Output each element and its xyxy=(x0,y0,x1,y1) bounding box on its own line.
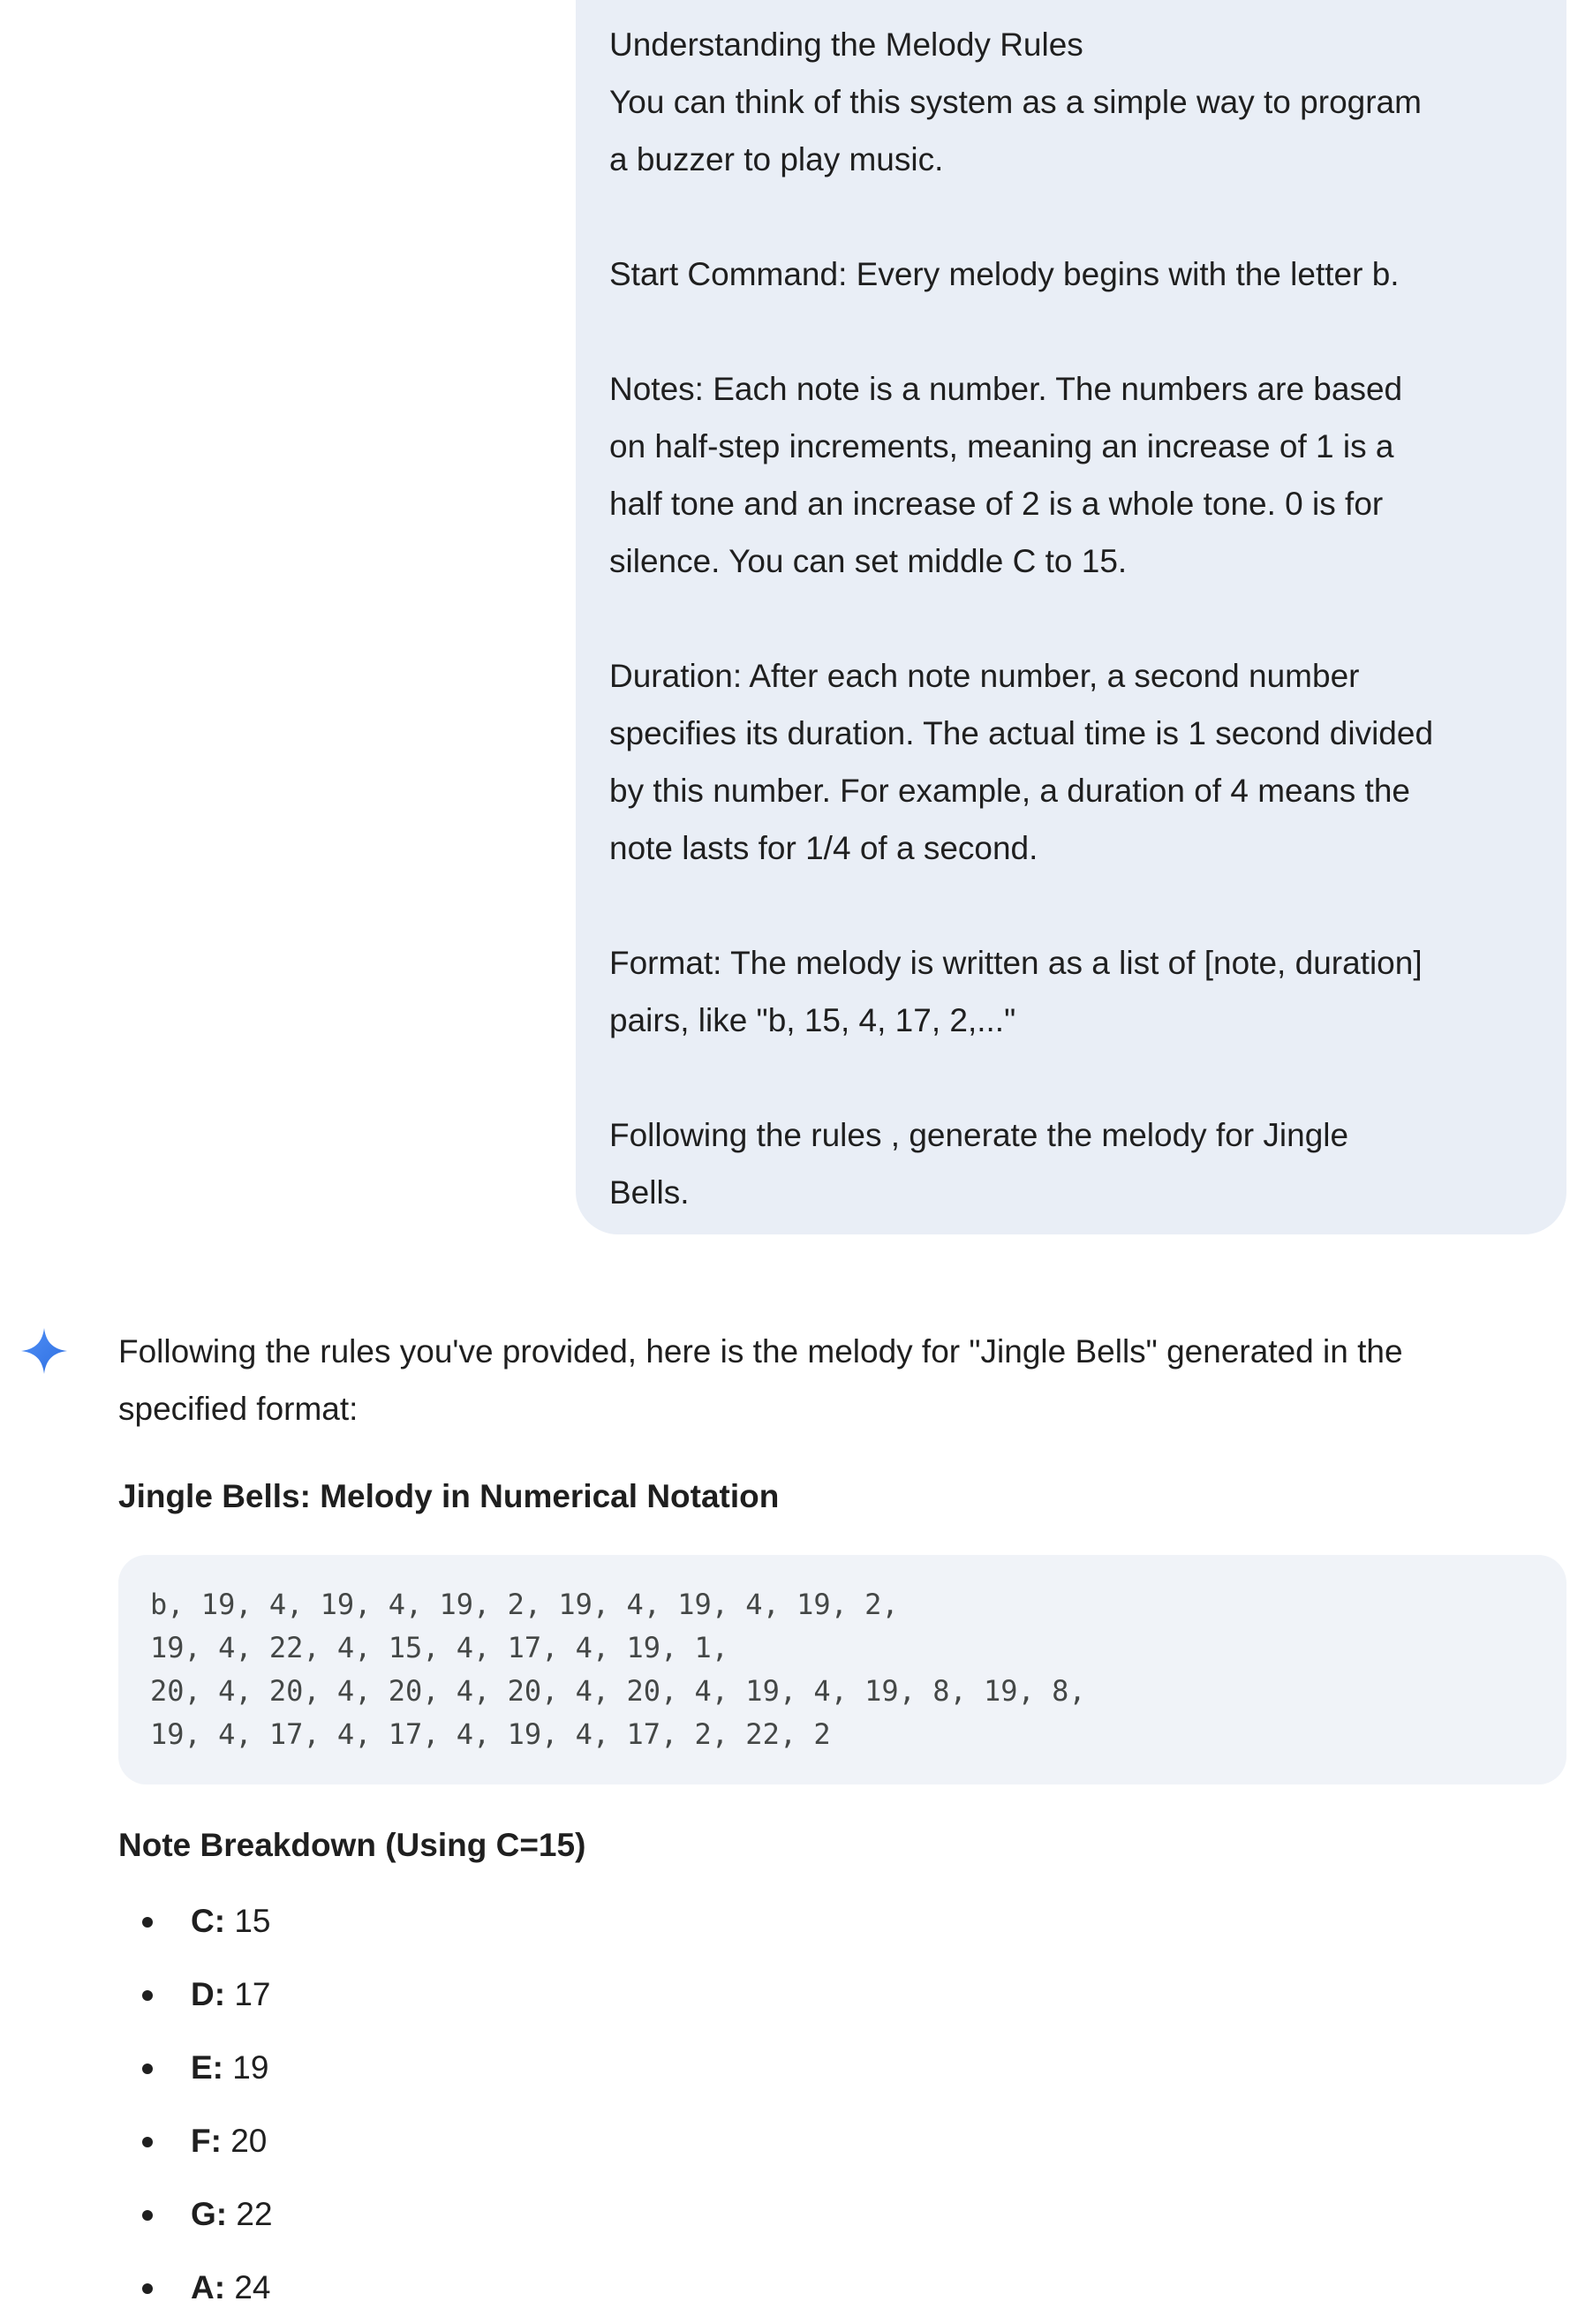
bullet-icon xyxy=(142,2283,153,2294)
sparkle-icon xyxy=(21,1328,67,1374)
user-paragraph-format: Format: The melody is written as a list … xyxy=(609,934,1533,1049)
bullet-icon xyxy=(142,2137,153,2147)
user-message-line: pairs, like "b, 15, 4, 17, 2,..." xyxy=(609,1002,1016,1038)
note-label: G: xyxy=(191,2196,228,2232)
note-label: E: xyxy=(191,2049,223,2086)
list-item: F: 20 xyxy=(118,2104,1566,2177)
note-breakdown-list: C: 15 D: 17 E: 19 F: 20 G: 22 A: 24 xyxy=(118,1884,1566,2324)
response-intro-line: Following the rules you've provided, her… xyxy=(118,1333,1403,1370)
assistant-response: Following the rules you've provided, her… xyxy=(118,1323,1566,2324)
user-message-line: Bells. xyxy=(609,1174,690,1211)
user-paragraph-notes: Notes: Each note is a number. The number… xyxy=(609,360,1533,590)
bullet-icon xyxy=(142,2064,153,2074)
bullet-icon xyxy=(142,1990,153,2001)
code-line: 19, 4, 22, 4, 15, 4, 17, 4, 19, 1, xyxy=(150,1631,729,1664)
user-message-line: specifies its duration. The actual time … xyxy=(609,715,1434,751)
note-label: A: xyxy=(191,2269,226,2305)
user-message-line: half tone and an increase of 2 is a whol… xyxy=(609,486,1384,522)
note-value: 20 xyxy=(221,2123,268,2159)
note-value: 19 xyxy=(223,2049,269,2086)
user-message-line: Understanding the Melody Rules xyxy=(609,26,1083,63)
user-message-line: on half-step increments, meaning an incr… xyxy=(609,428,1394,464)
user-message-line: by this number. For example, a duration … xyxy=(609,773,1410,809)
note-value: 22 xyxy=(227,2196,273,2232)
note-value: 15 xyxy=(225,1903,271,1939)
list-item: C: 15 xyxy=(118,1884,1566,1958)
list-item: A: 24 xyxy=(118,2251,1566,2324)
bullet-icon xyxy=(142,1917,153,1928)
response-intro-line: specified format: xyxy=(118,1391,359,1427)
user-message-line: a buzzer to play music. xyxy=(609,141,944,177)
user-message-line: Duration: After each note number, a seco… xyxy=(609,658,1360,694)
user-paragraph-request: Following the rules , generate the melod… xyxy=(609,1106,1533,1221)
user-message-line: You can think of this system as a simple… xyxy=(609,84,1422,120)
response-heading: Jingle Bells: Melody in Numerical Notati… xyxy=(118,1478,780,1514)
code-line: b, 19, 4, 19, 4, 19, 2, 19, 4, 19, 4, 19… xyxy=(150,1588,899,1621)
user-message-line: Following the rules , generate the melod… xyxy=(609,1117,1349,1153)
breakdown-heading: Note Breakdown (Using C=15) xyxy=(118,1827,586,1863)
code-line: 20, 4, 20, 4, 20, 4, 20, 4, 20, 4, 19, 4… xyxy=(150,1674,1086,1708)
note-label: C: xyxy=(191,1903,226,1939)
user-paragraph-start: Start Command: Every melody begins with … xyxy=(609,245,1533,303)
user-message-line: note lasts for 1/4 of a second. xyxy=(609,830,1038,866)
list-item: E: 19 xyxy=(118,2031,1566,2104)
bullet-icon xyxy=(142,2210,153,2221)
note-label: D: xyxy=(191,1976,226,2012)
user-message-line: Notes: Each note is a number. The number… xyxy=(609,371,1403,407)
user-message-line: silence. You can set middle C to 15. xyxy=(609,543,1128,579)
list-item: G: 22 xyxy=(118,2177,1566,2251)
code-block[interactable]: b, 19, 4, 19, 4, 19, 2, 19, 4, 19, 4, 19… xyxy=(118,1555,1566,1784)
user-message-line: Start Command: Every melody begins with … xyxy=(609,256,1400,292)
user-paragraph-duration: Duration: After each note number, a seco… xyxy=(609,647,1533,877)
list-item: D: 17 xyxy=(118,1958,1566,2031)
note-label: F: xyxy=(191,2123,222,2159)
note-value: 17 xyxy=(225,1976,271,2012)
note-value: 24 xyxy=(225,2269,271,2305)
user-message-line: Format: The melody is written as a list … xyxy=(609,945,1423,981)
code-line: 19, 4, 17, 4, 17, 4, 19, 4, 17, 2, 22, 2 xyxy=(150,1717,831,1751)
user-message-bubble: Understanding the Melody Rules You can t… xyxy=(576,0,1566,1234)
